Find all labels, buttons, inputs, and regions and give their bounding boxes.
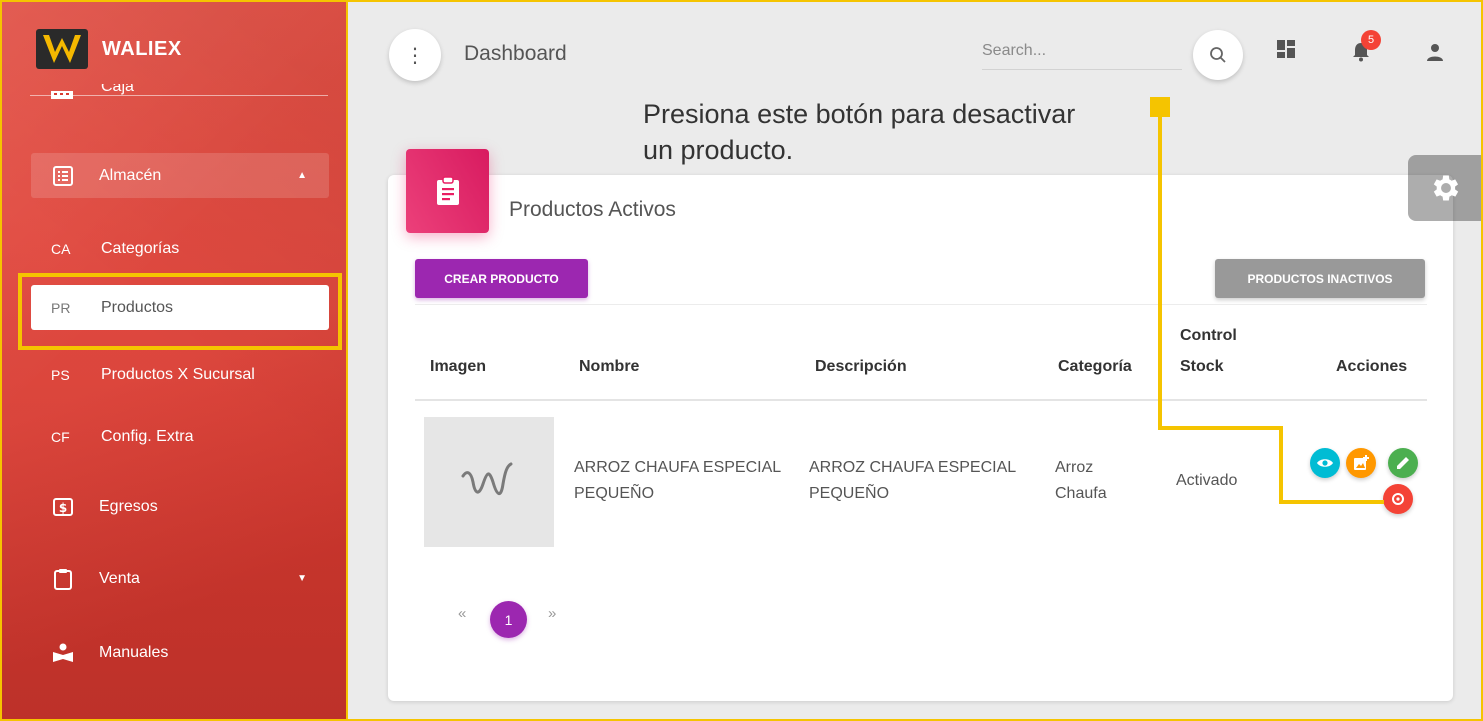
sidebar: WALIEX Caja Almacén ▲ CA Categorías PR P… (0, 0, 348, 721)
callout-connector (1279, 426, 1283, 504)
search-input[interactable] (982, 34, 1182, 68)
book-reader-icon (51, 643, 75, 663)
sidebar-item-egresos[interactable]: $ Egresos (31, 484, 329, 529)
column-header-descripcion: Descripción (815, 358, 907, 375)
sidebar-item-label: Almacén (99, 166, 162, 184)
add-photo-icon (1354, 455, 1369, 470)
product-image-button[interactable] (1346, 448, 1376, 478)
person-icon (1427, 44, 1443, 61)
sidebar-item-abbr: CA (51, 240, 71, 257)
sidebar-item-label: Manuales (99, 643, 169, 661)
table-row-descripcion: ARROZ CHAUFA ESPECIAL PEQUEÑO (809, 455, 1016, 507)
menu-button[interactable]: ⋮ (389, 29, 441, 81)
column-header-stock: Stock (1180, 358, 1224, 375)
gear-icon (1433, 175, 1458, 201)
product-image (424, 417, 554, 547)
settings-button[interactable] (1408, 155, 1483, 221)
search-icon (1210, 47, 1226, 63)
user-button[interactable] (1426, 43, 1444, 66)
sidebar-divider (30, 95, 328, 96)
divider (415, 304, 1427, 305)
dashboard-button[interactable] (1277, 40, 1295, 63)
money-icon: $ (51, 497, 75, 516)
view-product-button[interactable] (1310, 448, 1340, 478)
header-divider (415, 399, 1427, 401)
sidebar-item-caja[interactable]: Caja (31, 84, 329, 102)
brand-name: WALIEX (102, 37, 182, 60)
sidebar-item-label: Productos X Sucursal (101, 365, 255, 383)
dashboard-icon (1277, 40, 1295, 58)
categoria-line2: Chaufa (1055, 485, 1107, 502)
edit-product-button[interactable] (1388, 448, 1418, 478)
sidebar-item-categorias[interactable]: CA Categorías (31, 226, 329, 271)
sidebar-item-almacen[interactable]: Almacén ▲ (31, 153, 329, 198)
column-header-imagen: Imagen (430, 358, 487, 375)
page-title: Dashboard (464, 42, 567, 65)
callout-connector (1158, 426, 1283, 430)
search-field[interactable] (982, 34, 1182, 70)
card-title: Productos Activos (509, 198, 676, 221)
clipboard-icon (51, 568, 75, 590)
power-cycle-icon (1392, 493, 1404, 505)
sidebar-item-abbr: PS (51, 366, 70, 383)
sidebar-item-label: Categorías (101, 239, 180, 257)
sidebar-item-manuales[interactable]: Manuales (31, 630, 329, 675)
sidebar-item-label: Config. Extra (101, 427, 194, 445)
list-box-icon (51, 165, 75, 186)
deactivate-product-button[interactable] (1383, 484, 1413, 514)
pencil-icon (1397, 457, 1409, 469)
brand[interactable]: WALIEX (36, 26, 182, 72)
table-row-nombre: ARROZ CHAUFA ESPECIAL PEQUEÑO (574, 455, 781, 507)
callout-text: Presiona este botón para desactivar un p… (643, 96, 1163, 168)
sidebar-item-abbr: CF (51, 428, 70, 445)
eye-icon (1317, 459, 1333, 467)
svg-text:$: $ (59, 501, 67, 515)
sidebar-item-productos-x-sucursal[interactable]: PS Productos X Sucursal (31, 352, 329, 397)
table-row-categoria: Arroz Chaufa (1055, 455, 1107, 507)
caret-down-icon: ▼ (297, 573, 307, 584)
column-header-nombre: Nombre (579, 358, 640, 375)
column-header-categoria: Categoría (1058, 358, 1132, 375)
table-row-control-stock: Activado (1176, 472, 1238, 489)
column-header-acciones: Acciones (1336, 358, 1408, 375)
descripcion-line2: PEQUEÑO (809, 485, 890, 502)
more-vert-icon: ⋮ (405, 44, 425, 67)
waliex-logo-icon (36, 29, 88, 69)
callout-connector (1158, 116, 1162, 429)
sidebar-item-config-extra[interactable]: CF Config. Extra (31, 414, 329, 459)
productos-highlight-box (18, 273, 342, 350)
callout-marker (1150, 97, 1170, 117)
notification-badge: 5 (1361, 30, 1381, 50)
descripcion-line1: ARROZ CHAUFA ESPECIAL (809, 459, 1017, 476)
inactive-products-button[interactable]: PRODUCTOS INACTIVOS (1215, 259, 1425, 298)
callout-line2: un producto. (643, 135, 794, 165)
pagination-next[interactable]: » (548, 605, 556, 622)
create-product-button[interactable]: CREAR PRODUCTO (415, 259, 588, 298)
sidebar-item-label: Egresos (99, 497, 158, 515)
callout-line1: Presiona este botón para desactivar (643, 99, 1076, 129)
card-header-icon (406, 149, 489, 233)
nombre-line2: PEQUEÑO (574, 485, 655, 502)
column-header-control: Control (1180, 327, 1237, 344)
cash-register-icon (51, 86, 73, 102)
nombre-line1: ARROZ CHAUFA ESPECIAL (574, 459, 782, 476)
clipboard-icon (436, 176, 459, 205)
sidebar-item-label: Venta (99, 569, 140, 587)
sidebar-item-venta[interactable]: Venta ▼ (31, 556, 329, 601)
categoria-line1: Arroz (1055, 459, 1094, 476)
placeholder-image-icon (461, 462, 513, 495)
pagination-page-1[interactable]: 1 (490, 601, 527, 638)
caret-up-icon: ▲ (297, 170, 307, 181)
pagination-prev[interactable]: « (458, 605, 466, 622)
callout-connector (1279, 500, 1384, 504)
search-button[interactable] (1193, 30, 1243, 80)
